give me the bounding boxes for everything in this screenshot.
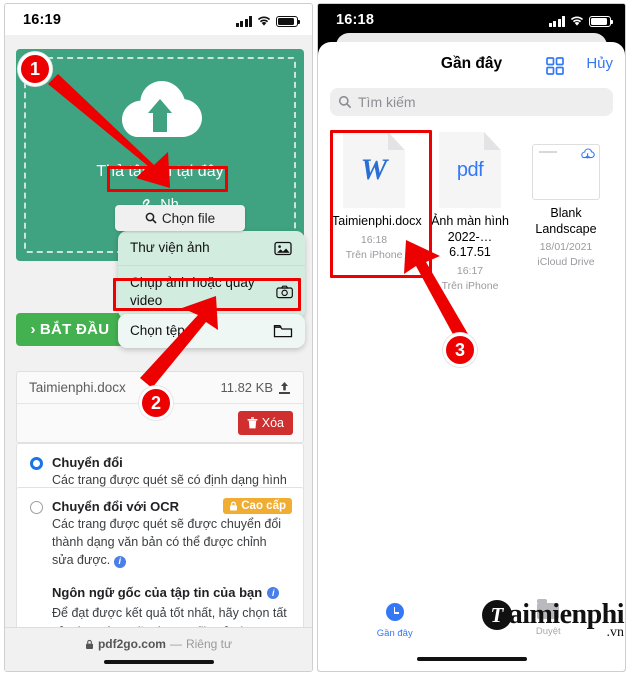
browser-footer: pdf2go.com — Riêng tư [5,627,312,671]
pdf2go-page: Thả tập tin tại đây Nh › BẮT ĐẦU [5,35,312,671]
radio-convert-ocr[interactable] [30,501,43,514]
browser-domain: pdf2go.com [97,637,166,651]
status-icons [548,11,614,27]
battery-icon [589,16,614,27]
start-button[interactable]: › BẮT ĐẦU [16,313,124,346]
trash-icon [247,417,258,429]
status-badge-premium: Cao cấp [223,498,292,514]
browser-privacy-label: Riêng tư [185,637,233,651]
file-name: Blank Landscape [535,206,597,236]
picker-nav-bar: Gần đây Hủy [318,42,625,86]
start-chevron: › [30,321,36,338]
search-icon [338,95,352,109]
screenshot-root: 16:19 Thả tập tin tại đây › BẮT ĐẦU Chọn… [0,0,630,675]
wifi-icon [570,16,584,26]
callout-2: 2 [139,386,173,420]
cellular-bars-icon [548,16,565,27]
list-item[interactable]: Blank Landscape 18/01/2021 iCloud Drive [524,132,608,293]
choose-file-button[interactable]: Chọn file [115,205,245,231]
option-title: Chuyển đổi [52,455,123,470]
file-size: 11.82 KB [220,380,273,395]
delete-file-button[interactable]: Xóa [237,411,293,435]
thumb-lines [539,151,557,153]
file-location: iCloud Drive [537,256,595,269]
language-heading-text: Ngôn ngữ gốc của tập tin của bạn [52,585,263,601]
photo-library-icon [274,241,292,256]
upload-icon [279,381,290,394]
option-desc-text: Các trang được quét sẽ được chuyển đổi t… [52,517,282,568]
home-indicator [416,657,527,661]
cellular-bars-icon [235,16,252,27]
info-icon[interactable]: i [113,555,126,568]
landscape-document-icon [532,144,600,200]
choose-file-label: Chọn file [161,210,216,226]
cloud-upload-icon [122,81,202,137]
radio-convert[interactable] [30,457,43,470]
highlight-choose-file [107,166,228,192]
option-title: Chuyển đổi với OCR [52,499,179,514]
premium-badge-label: Cao cấp [241,500,286,512]
icloud-download-icon [580,148,595,166]
pdf-document-icon: pdf [439,132,501,208]
language-heading: Ngôn ngữ gốc của tập tin của bạn i [52,585,290,600]
watermark: T aimienphi .vn [481,599,625,641]
callout-1: 1 [18,52,52,86]
tab-label: Gần đây [376,628,413,639]
file-time: 18/01/2021 [539,241,593,254]
battery-icon [276,16,301,27]
lock-icon [230,501,238,511]
folder-icon [273,325,293,338]
tab-recents[interactable]: Gần đây [318,603,472,649]
sheet-item-label: Thư viện ảnh [130,240,210,255]
start-button-label: BẮT ĐẦU [39,321,110,338]
search-placeholder: Tìm kiếm [358,94,416,110]
sheet-item-choose-files[interactable]: Chọn tệp [118,314,305,349]
highlight-choose-files-row [113,278,301,311]
sheet-item-label: Chọn tệp [130,323,185,338]
status-time: 16:19 [23,11,62,28]
file-location: Trên iPhone [441,280,499,293]
watermark-brand: T aimienphi [481,599,625,631]
search-input[interactable]: Tìm kiếm [330,88,613,116]
highlight-selected-file-tile [330,130,432,278]
browser-url[interactable]: pdf2go.com — Riêng tư [5,628,312,651]
watermark-initial: T [481,600,512,630]
page-title: Gần đây [440,55,503,72]
file-time: 16:17 [456,264,484,277]
doc-glyph: pdf [456,158,484,181]
status-icons [235,11,301,27]
info-icon[interactable]: i [267,586,280,599]
list-item[interactable]: pdf Ảnh màn hình 2022-…6.17.51 16:17 Trê… [428,132,512,293]
file-name: Ảnh màn hình 2022-…6.17.51 [431,214,509,260]
wifi-icon [257,16,271,26]
search-icon [145,212,157,224]
clock-icon [385,603,404,621]
cancel-button[interactable]: Hủy [586,55,613,72]
home-indicator [103,660,214,664]
left-status-bar: 16:19 [5,4,312,35]
right-status-bar: 16:18 [318,4,625,35]
status-time: 16:18 [336,11,375,28]
browser-separator: — [169,637,182,651]
callout-3: 3 [443,333,477,367]
grid-view-icon[interactable] [545,56,565,81]
left-phone-screen: 16:19 Thả tập tin tại đây › BẮT ĐẦU Chọn… [4,3,313,672]
option-desc: Các trang được quét sẽ được chuyển đổi t… [52,515,290,569]
file-size-group: 11.82 KB [220,380,291,395]
delete-file-label: Xóa [261,416,284,430]
file-name: Taimienphi.docx [29,380,126,395]
lock-icon [85,639,93,649]
sheet-item-photo-library[interactable]: Thư viện ảnh [118,231,305,267]
